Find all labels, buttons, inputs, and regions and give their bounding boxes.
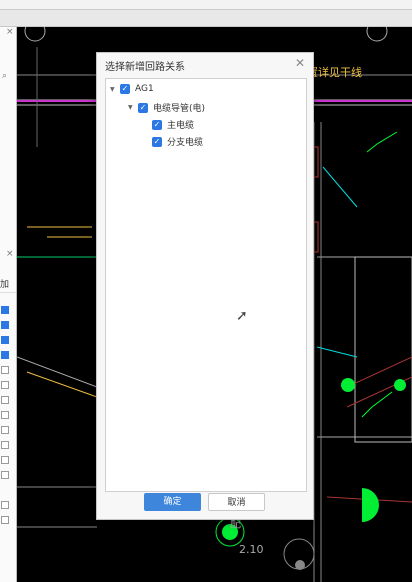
divider [0,292,16,293]
left-panel: × ⌕ × 加 [0,27,17,582]
row-checkbox[interactable] [1,426,9,434]
search-icon[interactable]: ⌕ [2,71,7,81]
row-checkbox[interactable] [1,456,9,464]
cad-label: 2.10 [239,543,264,556]
row-checkbox[interactable] [1,501,9,509]
expand-caret-icon[interactable]: ▼ [128,104,134,111]
row-checkbox[interactable] [1,321,9,329]
row-checkbox[interactable] [1,516,9,524]
panel-close-icon[interactable]: × [6,27,14,37]
panel-close-icon[interactable]: × [6,249,14,259]
add-button[interactable]: 加 [0,277,9,290]
row-checkbox[interactable] [1,336,9,344]
relation-tree: ▼ ✓ AG1 ▼ ✓ 电缆导管(电) ✓ 主电缆 ✓ 分支电缆 [105,78,307,492]
tree-node-branch-cable[interactable]: ✓ 分支电缆 [152,135,203,148]
checkbox-checked-icon[interactable]: ✓ [120,84,130,94]
expand-caret-icon[interactable]: ▼ [110,86,116,93]
select-loop-relation-dialog: 选择新增回路关系 ✕ ▼ ✓ AG1 ▼ ✓ 电缆导管(电) ✓ 主电缆 ✓ 分… [96,52,314,520]
row-checkbox[interactable] [1,396,9,404]
confirm-button[interactable]: 确定 [144,493,201,511]
tree-node-cable-conduit[interactable]: ▼ ✓ 电缆导管(电) [128,101,205,114]
cancel-button[interactable]: 取消 [208,493,265,511]
dialog-title: 选择新增回路关系 [105,62,185,73]
mouse-cursor-icon: ➚ [236,308,248,324]
tree-node-ag1[interactable]: ▼ ✓ AG1 [110,84,154,94]
row-checkbox[interactable] [1,306,9,314]
checkbox-checked-icon[interactable]: ✓ [152,119,162,130]
row-checkbox[interactable] [1,381,9,389]
row-checkbox[interactable] [1,411,9,419]
tree-node-main-cable[interactable]: ✓ 主电缆 [152,118,194,131]
app-top-bar [0,0,412,10]
row-checkbox[interactable] [1,441,9,449]
row-checkbox[interactable] [1,351,9,359]
checkbox-checked-icon[interactable]: ✓ [138,102,148,113]
row-checkbox[interactable] [1,471,9,479]
close-icon[interactable]: ✕ [295,56,305,70]
tab-strip [0,10,412,27]
row-checkbox[interactable] [1,366,9,374]
checkbox-checked-icon[interactable]: ✓ [152,136,162,147]
